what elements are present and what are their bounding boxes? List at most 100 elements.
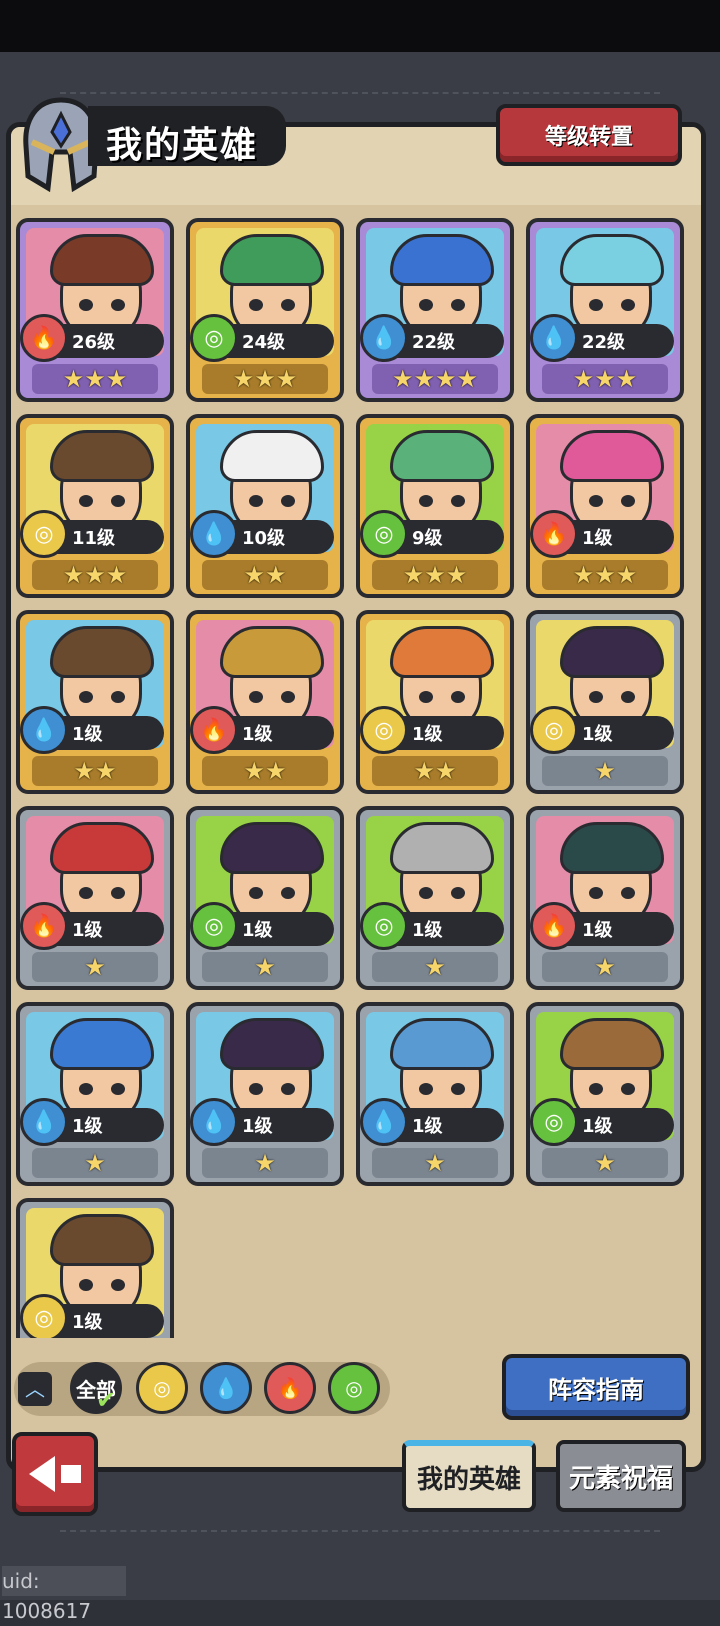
hero-hair	[390, 234, 494, 286]
hero-eye	[281, 691, 295, 703]
hero-card[interactable]: 1级 🔥 ★	[16, 806, 174, 990]
tab-element-blessing[interactable]: 元素祝福	[556, 1440, 686, 1512]
hero-card[interactable]: 1级 💧 ★★	[16, 610, 174, 794]
fire-element-icon: 🔥	[530, 902, 578, 950]
hero-eye	[451, 887, 465, 899]
hero-card[interactable]: 1级◎★	[186, 806, 344, 990]
hero-level: 9级	[412, 528, 443, 549]
wood-element-icon: ◎	[360, 902, 408, 950]
hero-card[interactable]: 9级 ◎ ★★★	[356, 414, 514, 598]
filter-wood-icon[interactable]: ◎	[328, 1362, 380, 1414]
hero-eye	[79, 1083, 93, 1095]
back-button[interactable]	[12, 1432, 98, 1516]
hero-eye	[419, 887, 433, 899]
hero-eye	[249, 691, 263, 703]
filter-earth-icon[interactable]: ◎	[136, 1362, 188, 1414]
hero-stars: ★	[542, 952, 668, 982]
hero-eye	[79, 691, 93, 703]
fire-element-icon: 🔥	[20, 902, 68, 950]
hero-card[interactable]: 1级 🔥 ★	[526, 806, 684, 990]
hero-card[interactable]: 1级 💧 ★	[356, 1002, 514, 1186]
filter-water-icon[interactable]: 💧	[200, 1362, 252, 1414]
wood-element-icon: ◎	[360, 510, 408, 558]
hero-level: 1级	[582, 1116, 613, 1137]
fire-element-icon: 🔥	[20, 314, 68, 362]
hero-hair	[390, 430, 494, 482]
hero-card[interactable]: 26级 🔥 ★★★	[16, 218, 174, 402]
hero-card[interactable]: 24级 ◎ ★★★	[186, 218, 344, 402]
collapse-chevron-icon[interactable]: ︿	[18, 1372, 52, 1406]
hero-level: 1级	[412, 1116, 443, 1137]
hero-hair	[50, 430, 154, 482]
hero-hair	[560, 1018, 664, 1070]
hero-stars: ★★	[202, 756, 328, 786]
hero-eye	[111, 1083, 125, 1095]
hero-level: 1级	[582, 920, 613, 941]
hero-hair	[220, 1018, 324, 1070]
back-arrow-icon	[29, 1456, 55, 1492]
hero-level: 1级	[242, 920, 273, 941]
bottom-divider	[60, 1530, 660, 1534]
hero-hair	[50, 1018, 154, 1070]
hero-card[interactable]: 1级 ◎ ★★	[356, 610, 514, 794]
hero-grid: 26级 🔥 ★★★ 24级 ◎ ★★★ 22级 💧 ★★★★ 22级 💧 ★★★ 11级 ◎ ★★★ 10级 💧…	[16, 218, 688, 1338]
hero-card[interactable]: 1级◎★	[526, 610, 684, 794]
hero-eye	[621, 299, 635, 311]
page-title: 我的英雄	[106, 125, 259, 166]
hero-stars: ★	[372, 952, 498, 982]
hero-level: 1级	[72, 1116, 103, 1137]
hero-stars: ★	[372, 1148, 498, 1178]
earth-element-icon: ◎	[20, 1294, 68, 1338]
hero-level: 1级	[242, 1116, 273, 1137]
water-element-icon: 💧	[360, 314, 408, 362]
hero-eye	[589, 887, 603, 899]
water-element-icon: 💧	[20, 1098, 68, 1146]
hero-eye	[451, 1083, 465, 1095]
hero-hair	[220, 822, 324, 874]
hero-hair	[50, 234, 154, 286]
hero-card[interactable]: 1级◎★	[16, 1198, 174, 1338]
hero-card[interactable]: 1级◎★	[526, 1002, 684, 1186]
hero-hair	[560, 822, 664, 874]
hero-card[interactable]: 1级 💧 ★	[16, 1002, 174, 1186]
hero-hair	[50, 626, 154, 678]
hero-card[interactable]: 11级 ◎ ★★★	[16, 414, 174, 598]
level-transfer-button[interactable]: 等级转置	[496, 104, 682, 166]
hero-eye	[281, 495, 295, 507]
hero-stars: ★★★	[32, 560, 158, 590]
fire-element-icon: 🔥	[190, 706, 238, 754]
hero-card[interactable]: 1级◎★	[356, 806, 514, 990]
hero-stars: ★★★	[32, 364, 158, 394]
hero-eye	[111, 299, 125, 311]
water-element-icon: 💧	[530, 314, 578, 362]
hero-eye	[451, 495, 465, 507]
hero-card[interactable]: 1级 🔥 ★★★	[526, 414, 684, 598]
hero-eye	[111, 887, 125, 899]
hero-stars: ★	[32, 1148, 158, 1178]
lineup-guide-button[interactable]: 阵容指南	[502, 1354, 690, 1420]
hero-level: 1级	[242, 724, 273, 745]
hero-card[interactable]: 1级 💧 ★	[186, 1002, 344, 1186]
wood-element-icon: ◎	[190, 902, 238, 950]
hero-level: 22级	[412, 332, 456, 353]
hero-stars: ★★	[32, 756, 158, 786]
hero-eye	[249, 495, 263, 507]
hero-card[interactable]: 22级 💧 ★★★★	[356, 218, 514, 402]
hero-eye	[281, 1083, 295, 1095]
hero-eye	[111, 691, 125, 703]
hero-card[interactable]: 22级 💧 ★★★	[526, 218, 684, 402]
hero-stars: ★	[542, 1148, 668, 1178]
hero-hair	[560, 430, 664, 482]
hero-card[interactable]: 1级 🔥 ★★	[186, 610, 344, 794]
hero-eye	[621, 691, 635, 703]
hero-level: 1级	[582, 724, 613, 745]
hero-level: 22级	[582, 332, 626, 353]
water-element-icon: 💧	[190, 510, 238, 558]
hero-eye	[589, 691, 603, 703]
hero-eye	[451, 299, 465, 311]
filter-fire-icon[interactable]: 🔥	[264, 1362, 316, 1414]
hero-eye	[111, 1279, 125, 1291]
hero-eye	[79, 495, 93, 507]
tab-my-heroes[interactable]: 我的英雄	[402, 1440, 536, 1512]
hero-card[interactable]: 10级 💧 ★★	[186, 414, 344, 598]
